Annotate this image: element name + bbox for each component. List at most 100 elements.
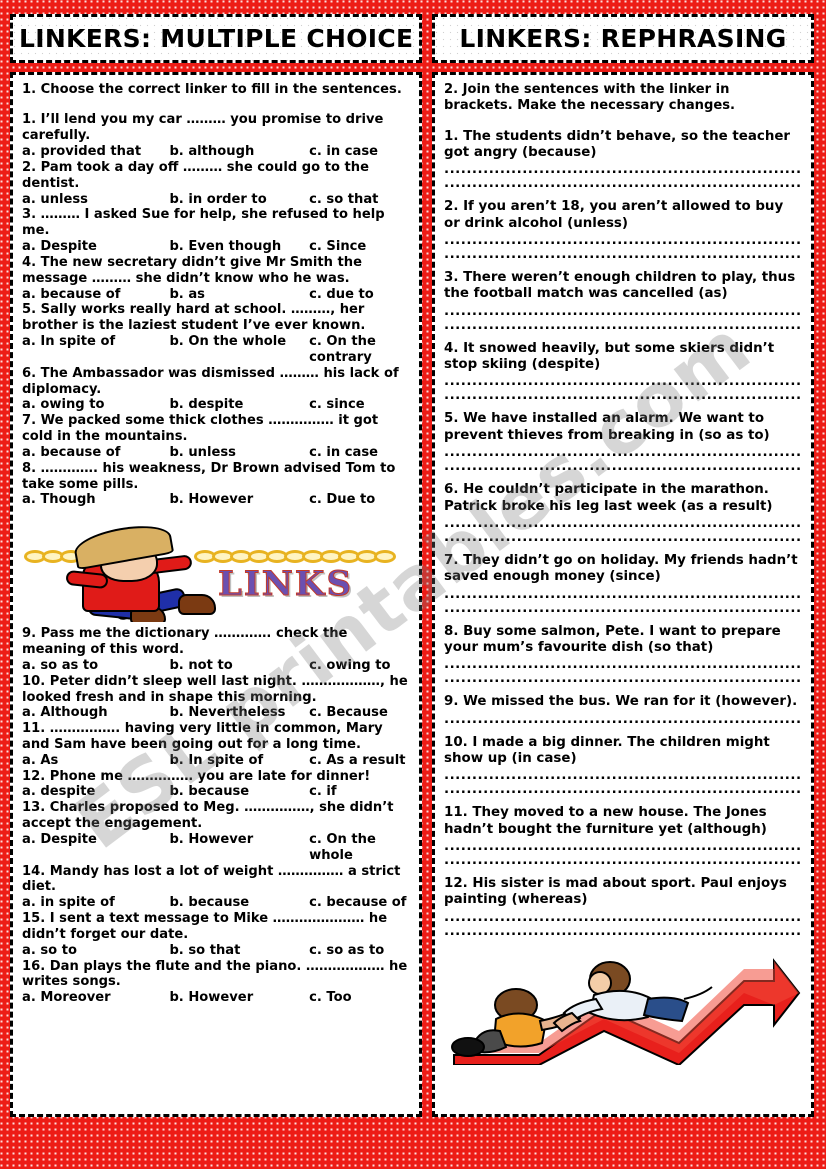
answer-line[interactable]: ........................................…	[444, 658, 802, 672]
mc-option-b[interactable]: b. as	[169, 287, 309, 303]
mc-option-a[interactable]: a. Though	[22, 492, 169, 508]
answer-line[interactable]: ........................................…	[444, 375, 802, 389]
left-title-card: LINKERS: MULTIPLE CHOICE	[10, 14, 422, 64]
answer-line[interactable]: ........................................…	[444, 319, 802, 333]
right-panel-title: LINKERS: REPHRASING	[459, 24, 787, 53]
rephrase-question: 2. If you aren’t 18, you aren’t allowed …	[444, 199, 784, 231]
mc-option-c[interactable]: c. On the contrary	[309, 334, 410, 366]
mc-option-c[interactable]: c. so that	[309, 192, 410, 208]
answer-line[interactable]: ........................................…	[444, 234, 802, 248]
answer-line[interactable]: ........................................…	[444, 517, 802, 531]
mc-option-b[interactable]: b. despite	[169, 397, 309, 413]
answer-lines[interactable]: ........................................…	[444, 911, 802, 939]
mc-option-b[interactable]: b. because	[169, 895, 309, 911]
mc-option-c[interactable]: c. in case	[309, 445, 410, 461]
mc-question: 12. Phone me …………… you are late for dinn…	[22, 768, 371, 784]
mc-option-a[interactable]: a. provided that	[22, 144, 169, 160]
mc-option-c[interactable]: c. so as to	[309, 943, 410, 959]
answer-line[interactable]: ........................................…	[444, 840, 802, 854]
mc-option-c[interactable]: c. On the whole	[309, 832, 410, 864]
mc-option-c[interactable]: c. due to	[309, 287, 410, 303]
mc-option-a[interactable]: a. so to	[22, 943, 169, 959]
answer-lines[interactable]: ........................................…	[444, 446, 802, 474]
mc-option-a[interactable]: a. because of	[22, 445, 169, 461]
answer-lines[interactable]: ........................................…	[444, 588, 802, 616]
answer-lines[interactable]: ........................................…	[444, 375, 802, 403]
left-body-card: 1. Choose the correct linker to fill in …	[10, 72, 422, 1117]
answer-lines[interactable]: ........................................…	[444, 305, 802, 333]
answer-line[interactable]: ........................................…	[444, 713, 802, 727]
mc-options: a. Although b. Nevertheless c. Because	[22, 705, 410, 721]
answer-line[interactable]: ........................................…	[444, 177, 802, 191]
mc-option-b[interactable]: b. In spite of	[169, 753, 309, 769]
mc-option-b[interactable]: b. because	[169, 784, 309, 800]
mc-option-c[interactable]: c. Since	[309, 239, 410, 255]
mc-option-b[interactable]: b. not to	[169, 658, 309, 674]
mc-option-b[interactable]: b. so that	[169, 943, 309, 959]
answer-line[interactable]: ........................................…	[444, 602, 802, 616]
answer-line[interactable]: ........................................…	[444, 248, 802, 262]
mc-options: a. In spite of b. On the whole c. On the…	[22, 334, 410, 366]
answer-line[interactable]: ........................................…	[444, 854, 802, 868]
mc-option-a[interactable]: a. Despite	[22, 239, 169, 255]
mc-option-c[interactable]: c. Due to	[309, 492, 410, 508]
mc-option-c[interactable]: c. in case	[309, 144, 410, 160]
answer-line[interactable]: ........................................…	[444, 163, 802, 177]
answer-lines[interactable]: ........................................…	[444, 517, 802, 545]
answer-line[interactable]: ........................................…	[444, 588, 802, 602]
answer-line[interactable]: ........................................…	[444, 925, 802, 939]
answer-lines[interactable]: ........................................…	[444, 163, 802, 191]
answer-line[interactable]: ........................................…	[444, 783, 802, 797]
answer-line[interactable]: ........................................…	[444, 911, 802, 925]
mc-options: a. Though b. However c. Due to	[22, 492, 410, 508]
mc-option-b[interactable]: b. However	[169, 492, 309, 508]
mc-option-a[interactable]: a. in spite of	[22, 895, 169, 911]
answer-line[interactable]: ........................................…	[444, 389, 802, 403]
mc-question: 15. I sent a text message to Mike …………………	[22, 911, 388, 942]
left-instruction: 1. Choose the correct linker to fill in …	[22, 82, 402, 98]
answer-line[interactable]: ........................................…	[444, 531, 802, 545]
mc-option-b[interactable]: b. Even though	[169, 239, 309, 255]
mc-option-a[interactable]: a. In spite of	[22, 334, 169, 366]
answer-lines[interactable]: ........................................…	[444, 840, 802, 868]
answer-lines[interactable]: ........................................…	[444, 658, 802, 686]
rephrase-question: 7. They didn’t go on holiday. My friends…	[444, 552, 798, 585]
right-body-card: 2. Join the sentences with the linker in…	[432, 72, 814, 1117]
mc-option-a[interactable]: a. As	[22, 753, 169, 769]
answer-line[interactable]: ........................................…	[444, 305, 802, 319]
mc-option-a[interactable]: a. so as to	[22, 658, 169, 674]
answer-line[interactable]: ........................................…	[444, 446, 802, 460]
mc-option-b[interactable]: b. Nevertheless	[169, 705, 309, 721]
mc-option-b[interactable]: b. in order to	[169, 192, 309, 208]
mc-option-a[interactable]: a. Moreover	[22, 990, 169, 1006]
mc-option-b[interactable]: b. unless	[169, 445, 309, 461]
mc-option-c[interactable]: c. Too	[309, 990, 410, 1006]
mc-option-a[interactable]: a. despite	[22, 784, 169, 800]
answer-lines[interactable]: ........................................…	[444, 234, 802, 262]
mc-question: 10. Peter didn’t sleep well last night. …	[22, 673, 408, 705]
rephrase-question: 3. There weren’t enough children to play…	[444, 270, 796, 302]
mc-option-c[interactable]: c. Because	[309, 705, 410, 721]
mc-option-a[interactable]: a. Although	[22, 705, 169, 721]
answer-lines[interactable]: ........................................…	[444, 713, 802, 727]
answer-line[interactable]: ........................................…	[444, 769, 802, 783]
answer-lines[interactable]: ........................................…	[444, 769, 802, 797]
answer-line[interactable]: ........................................…	[444, 672, 802, 686]
mc-option-a[interactable]: a. because of	[22, 287, 169, 303]
links-wordart: LINKS	[218, 564, 353, 605]
mc-option-c[interactable]: c. because of	[309, 895, 410, 911]
mc-option-a[interactable]: a. owing to	[22, 397, 169, 413]
mc-option-c[interactable]: c. owing to	[309, 658, 410, 674]
mc-option-b[interactable]: b. However	[169, 990, 309, 1006]
mc-option-b[interactable]: b. On the whole	[169, 334, 309, 366]
mc-option-b[interactable]: b. although	[169, 144, 309, 160]
mc-option-c[interactable]: c. if	[309, 784, 410, 800]
mc-option-c[interactable]: c. since	[309, 397, 410, 413]
mc-option-c[interactable]: c. As a result	[309, 753, 410, 769]
rising-arrow-icon	[451, 957, 801, 1065]
mc-option-a[interactable]: a. unless	[22, 192, 169, 208]
mc-option-b[interactable]: b. However	[169, 832, 309, 864]
mc-question: 3. ……… I asked Sue for help, she refused…	[22, 207, 385, 239]
mc-option-a[interactable]: a. Despite	[22, 832, 169, 864]
answer-line[interactable]: ........................................…	[444, 460, 802, 474]
